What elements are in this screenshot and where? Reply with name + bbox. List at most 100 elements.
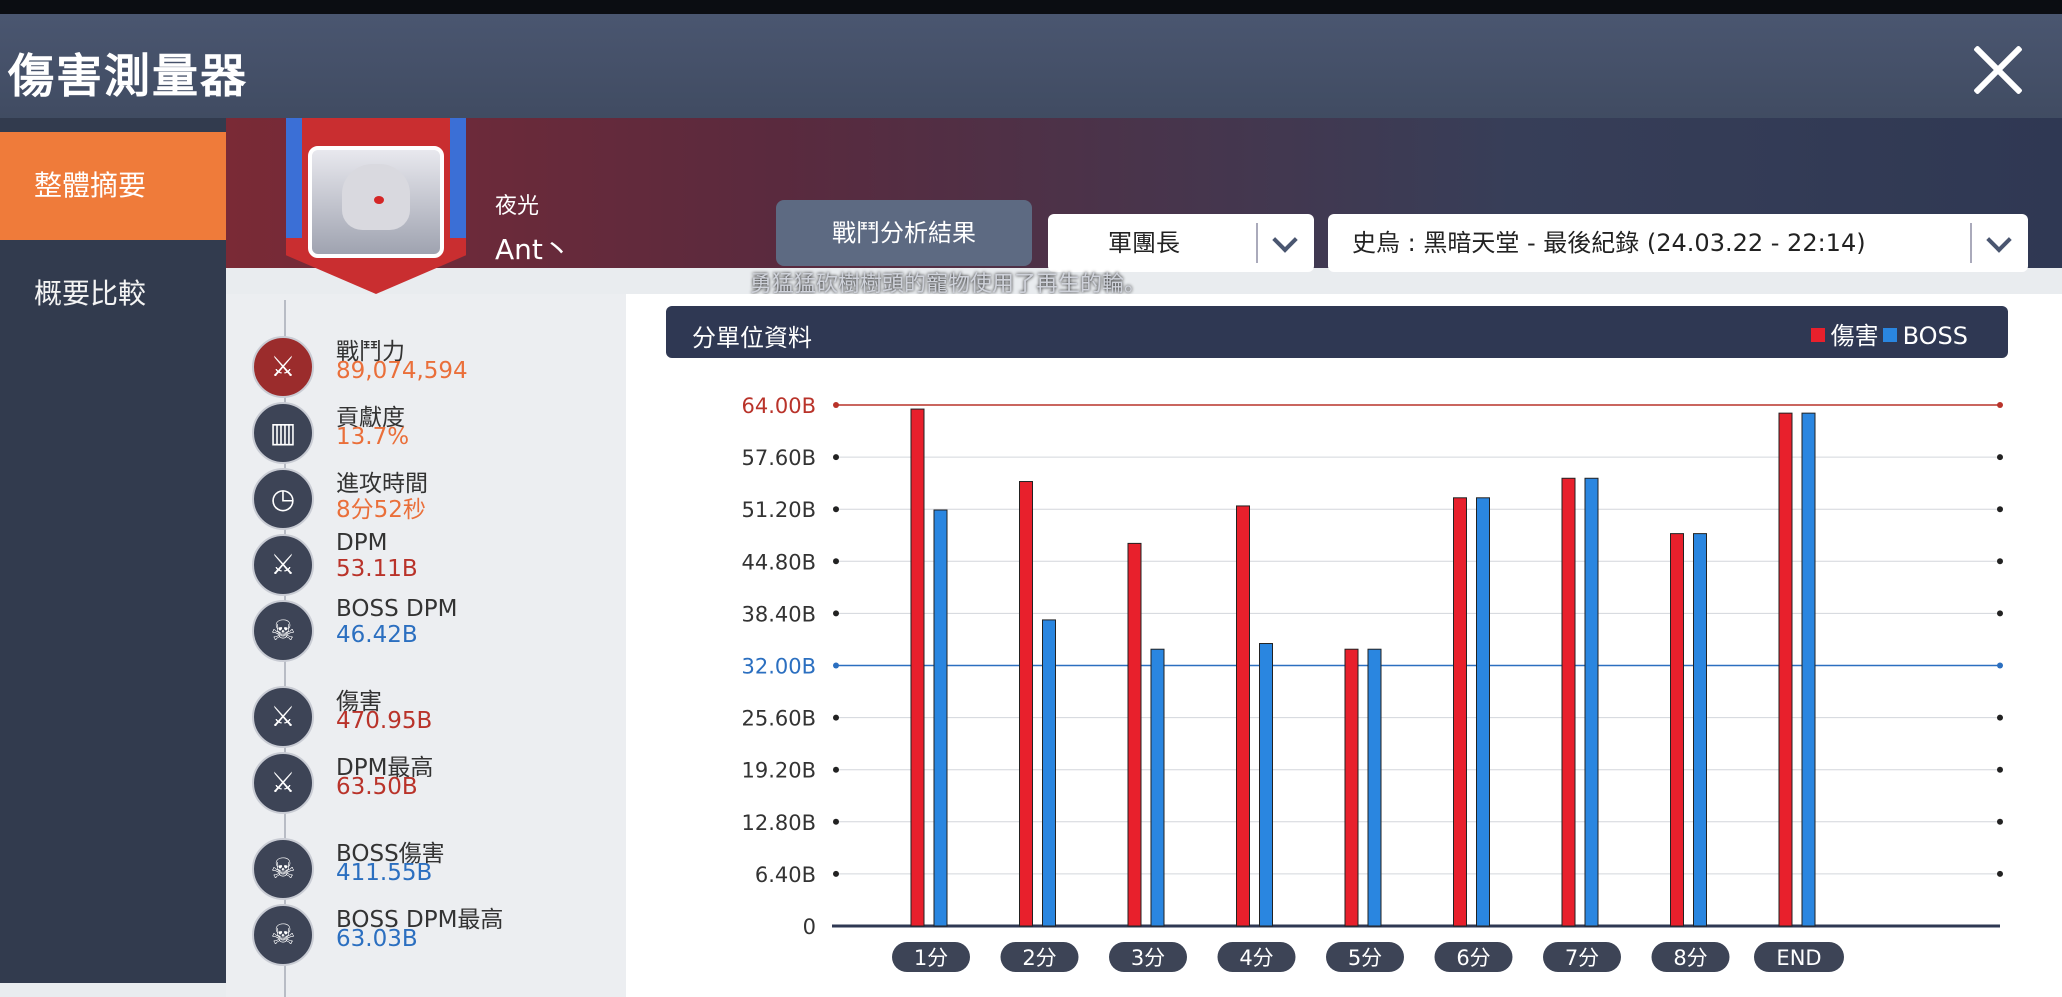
y-tick-label: 25.60B xyxy=(741,707,816,731)
sword-icon: ⚔ xyxy=(252,686,314,748)
gridline-dot xyxy=(1997,714,2003,721)
sword-up-icon: ⚔ xyxy=(252,752,314,814)
gridline-dot xyxy=(833,662,839,669)
bar-damage xyxy=(1561,477,1576,927)
skull-icon: ☠ xyxy=(252,600,314,662)
sidebar: 整體摘要 概要比較 xyxy=(0,118,226,983)
x-tick-label: 6分 xyxy=(1456,946,1490,970)
role-select-value: 軍團長 xyxy=(1108,229,1180,257)
x-tick-label: 8分 xyxy=(1673,946,1707,970)
character-class: 夜光 xyxy=(495,194,540,219)
gridline-dot xyxy=(833,506,839,513)
stat-value: 13.7% xyxy=(336,424,410,450)
bar-damage xyxy=(1453,497,1467,927)
role-select[interactable]: 軍團長 xyxy=(1048,214,1314,272)
bar-boss xyxy=(1150,648,1165,927)
bar-boss xyxy=(1367,648,1382,927)
chevron-down-icon[interactable] xyxy=(1256,223,1314,263)
close-icon[interactable] xyxy=(1968,40,2028,100)
bar-boss xyxy=(1584,477,1599,927)
skull-icon: ☠ xyxy=(252,838,314,900)
stat-value: 63.50B xyxy=(336,774,418,800)
bar-boss xyxy=(1801,412,1816,927)
gridline-dot xyxy=(1997,766,2003,773)
gridline-dot xyxy=(1997,818,2003,825)
gridline-dot xyxy=(833,610,839,617)
stat-value: 46.42B xyxy=(336,622,418,648)
per-minute-bar-chart: 0 6.40B 12.80B 19.20B 25.60B 32.00B 38.40B 44.8… xyxy=(741,394,2003,972)
chart-legend: 傷害 BOSS xyxy=(1810,316,1968,351)
gridline-dot xyxy=(1997,870,2003,877)
bar-boss xyxy=(1476,497,1490,927)
gridline-dot xyxy=(833,714,839,721)
bar-damage xyxy=(1236,505,1250,927)
clock-icon: ◷ xyxy=(252,468,314,530)
y-tick-label: 51.20B xyxy=(741,498,816,522)
record-select[interactable]: 史烏 : 黑暗天堂 - 最後紀錄 (24.03.22 - 22:14) xyxy=(1328,214,2028,272)
gridline-dot xyxy=(1997,506,2003,513)
gridline-dot xyxy=(833,818,839,825)
bar-boss xyxy=(933,509,948,927)
gridline-dot xyxy=(1997,454,2003,461)
bar-boss xyxy=(1693,533,1707,927)
chevron-down-icon[interactable] xyxy=(1970,223,2028,263)
legend-label-damage: 傷害 xyxy=(1830,322,1879,350)
stat-label: DPM xyxy=(336,530,388,556)
stat-value: 63.03B xyxy=(336,926,418,952)
gridline-dot xyxy=(1997,662,2003,669)
gridline-dot xyxy=(833,454,839,461)
legend-label-boss: BOSS xyxy=(1902,322,1968,350)
x-tick-label: 1分 xyxy=(914,946,948,970)
record-select-value: 史烏 : 黑暗天堂 - 最後紀錄 (24.03.22 - 22:14) xyxy=(1352,229,1866,257)
stat-value: 8分52秒 xyxy=(336,497,426,523)
y-tick-label: 6.40B xyxy=(755,863,816,887)
y-tick-label: 44.80B xyxy=(741,550,816,574)
gridline-dot xyxy=(833,766,839,773)
x-tick-label: 7分 xyxy=(1565,946,1599,970)
gridline-dot xyxy=(1997,558,2003,565)
stat-value: 53.11B xyxy=(336,556,418,582)
avatar xyxy=(308,146,444,258)
bar-damage xyxy=(1778,412,1793,927)
x-tick-label: 3分 xyxy=(1131,946,1165,970)
bar-damage xyxy=(1670,533,1684,927)
bar-boss xyxy=(1042,619,1056,927)
x-tick-label: 2分 xyxy=(1022,946,1056,970)
bar-damage xyxy=(1019,481,1033,927)
legend-swatch-damage xyxy=(1810,328,1825,342)
gridline-dot xyxy=(1997,402,2003,408)
title-bar: 傷害測量器 xyxy=(0,14,2062,132)
sidebar-item-compare[interactable]: 概要比較 xyxy=(0,240,226,348)
stat-value: 89,074,594 xyxy=(336,358,468,384)
x-tick-label: 4分 xyxy=(1239,946,1273,970)
character-banner xyxy=(286,118,466,294)
stat-value: 470.95B xyxy=(336,708,433,734)
gridline-dot xyxy=(833,558,839,565)
y-tick-label: 57.60B xyxy=(741,446,816,470)
window-title: 傷害測量器 xyxy=(8,49,248,103)
bar-damage xyxy=(1344,648,1359,927)
chart-title: 分單位資料 xyxy=(692,324,812,352)
character-name: Ant丶 xyxy=(495,233,571,266)
y-tick-label: 64.00B xyxy=(741,394,816,418)
y-tick-label: 12.80B xyxy=(741,811,816,835)
crossed-swords-icon: ⚔ xyxy=(252,336,314,398)
skull-up-icon: ☠ xyxy=(252,904,314,966)
legend-swatch-boss xyxy=(1882,328,1897,342)
y-tick-label: 32.00B xyxy=(741,655,816,679)
y-tick-label: 0 xyxy=(803,915,816,939)
gridline-dot xyxy=(833,870,839,877)
x-tick-label: END xyxy=(1776,946,1821,970)
stat-value: 411.55B xyxy=(336,860,433,886)
gridline-dot xyxy=(1997,610,2003,617)
battle-analysis-button[interactable]: 戰鬥分析結果 xyxy=(776,200,1032,266)
y-tick-label: 19.20B xyxy=(741,759,816,783)
x-tick-label: 5分 xyxy=(1348,946,1382,970)
stat-label: BOSS DPM xyxy=(336,596,458,622)
y-tick-label: 38.40B xyxy=(741,602,816,626)
chart-header: 分單位資料 傷害 BOSS xyxy=(666,306,2008,358)
sword-icon: ⚔ xyxy=(252,534,314,596)
bar-boss xyxy=(1259,643,1273,927)
sidebar-item-summary[interactable]: 整體摘要 xyxy=(0,132,226,240)
gridline-dot xyxy=(833,402,839,408)
